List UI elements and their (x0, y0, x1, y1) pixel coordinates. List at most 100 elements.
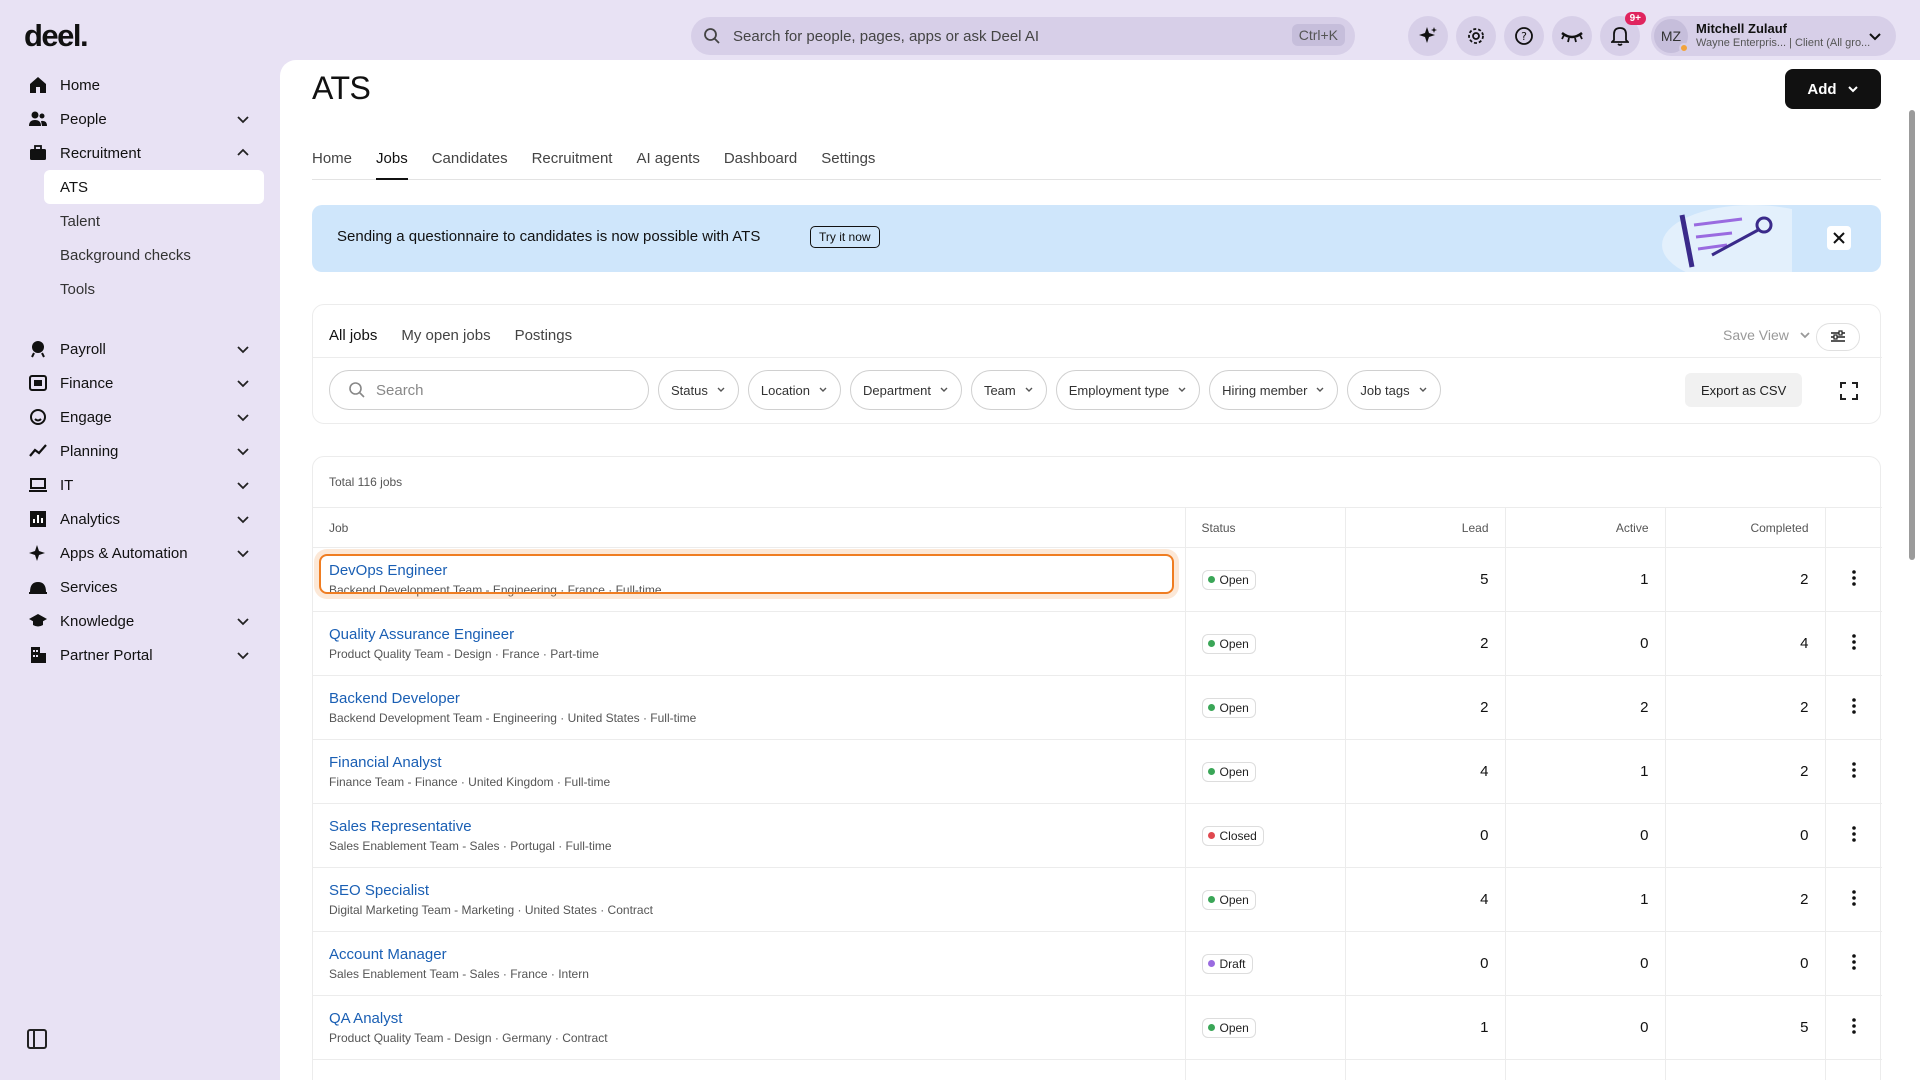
more-vertical-icon[interactable] (1845, 761, 1863, 779)
row-highlight (319, 554, 1174, 594)
fullscreen-icon[interactable] (1840, 382, 1858, 400)
sidebar-item-people[interactable]: People (0, 102, 280, 136)
completed-count: 4 (1664, 611, 1825, 676)
sidebar-item-services[interactable]: Services (0, 570, 280, 604)
table-row[interactable]: Sales Representative Sales Enablement Tea… (313, 803, 1882, 868)
job-title-link[interactable]: Quality Assurance Engineer (329, 626, 1185, 643)
status-cell: Open (1184, 547, 1345, 612)
table-row[interactable]: QA Analyst Product Quality Team - Design … (313, 995, 1882, 1060)
tab-candidates[interactable]: Candidates (432, 150, 508, 180)
sidebar-item-recruitment[interactable]: Recruitment (0, 136, 280, 170)
jobs-search-input[interactable]: Search (329, 370, 649, 410)
chevron-down-icon (1419, 387, 1427, 392)
subtab-my-open-jobs[interactable]: My open jobs (401, 327, 490, 344)
sidebar-item-analytics[interactable]: Analytics (0, 502, 280, 536)
add-button-label: Add (1807, 80, 1837, 98)
subtab-all-jobs[interactable]: All jobs (329, 327, 377, 344)
table-row[interactable]: Employee Relations Specialist (313, 1059, 1882, 1080)
table-row[interactable]: DevOps Engineer Backend Development Team … (313, 547, 1882, 612)
more-vertical-icon[interactable] (1845, 633, 1863, 651)
tab-recruitment[interactable]: Recruitment (532, 150, 613, 180)
job-meta: Finance Team - Finance · United Kingdom … (329, 775, 611, 789)
chevron-down-icon (237, 414, 249, 422)
close-icon[interactable] (1827, 226, 1851, 250)
columns-settings-button[interactable] (1816, 323, 1860, 351)
col-job[interactable]: Job (313, 507, 1185, 548)
tab-dashboard[interactable]: Dashboard (724, 150, 797, 180)
sidebar-toggle-icon[interactable] (26, 1028, 48, 1050)
notifications-bell-icon[interactable]: 9+ (1600, 12, 1646, 56)
filter-employment-type[interactable]: Employment type (1055, 370, 1201, 410)
deel-logo[interactable]: deel. (24, 18, 89, 54)
col-completed[interactable]: Completed (1664, 507, 1825, 548)
status-cell: Open (1184, 739, 1345, 804)
more-vertical-icon[interactable] (1845, 697, 1863, 715)
col-active[interactable]: Active (1504, 507, 1665, 548)
tab-ai-agents[interactable]: AI agents (636, 150, 699, 180)
user-name: Mitchell Zulauf (1696, 21, 1787, 36)
active-count: 1 (1504, 739, 1665, 804)
gear-icon[interactable] (1456, 16, 1496, 56)
sidebar-subitem-tools[interactable]: Tools (0, 272, 280, 306)
sidebar-item-it[interactable]: IT (0, 468, 280, 502)
sidebar-item-knowledge[interactable]: Knowledge (0, 604, 280, 638)
search-icon (349, 382, 365, 398)
ai-sparkle-icon[interactable] (1408, 16, 1448, 56)
job-title-link[interactable]: Sales Representative (329, 818, 1185, 835)
tab-jobs[interactable]: Jobs (376, 150, 408, 180)
job-title-link[interactable]: Account Manager (329, 946, 1185, 963)
sidebar-item-apps-automation[interactable]: Apps & Automation (0, 536, 280, 570)
filter-department[interactable]: Department (850, 370, 962, 410)
more-vertical-icon[interactable] (1845, 953, 1863, 971)
more-vertical-icon[interactable] (1845, 889, 1863, 907)
job-title-link[interactable]: Financial Analyst (329, 754, 1185, 771)
eyes-closed-icon[interactable] (1552, 16, 1592, 56)
table-row[interactable]: Financial Analyst Finance Team - Finance … (313, 739, 1882, 804)
job-title-link[interactable]: QA Analyst (329, 1010, 1185, 1027)
job-title-link[interactable]: Backend Developer (329, 690, 1185, 707)
more-vertical-icon[interactable] (1845, 569, 1863, 587)
filter-job-tags[interactable]: Job tags (1347, 370, 1441, 410)
sidebar-item-payroll[interactable]: Payroll (0, 332, 280, 366)
sidebar-subitem-talent[interactable]: Talent (0, 204, 280, 238)
job-title-link[interactable]: SEO Specialist (329, 882, 1185, 899)
sidebar-item-engage[interactable]: Engage (0, 400, 280, 434)
filter-team[interactable]: Team (970, 370, 1047, 410)
filter-status[interactable]: Status (658, 370, 739, 410)
status-badge: Open (1201, 569, 1256, 590)
col-lead[interactable]: Lead (1344, 507, 1505, 548)
save-view-button[interactable]: Save View (1723, 327, 1811, 343)
table-row[interactable]: SEO Specialist Digital Marketing Team - M… (313, 867, 1882, 932)
help-icon[interactable]: ? (1504, 16, 1544, 56)
more-vertical-icon[interactable] (1845, 1017, 1863, 1035)
table-row[interactable]: Backend Developer Backend Development Tea… (313, 675, 1882, 740)
filter-hiring-member[interactable]: Hiring member (1209, 370, 1339, 410)
table-row[interactable]: Quality Assurance Engineer Product Qualit… (313, 611, 1882, 676)
add-button[interactable]: Add (1785, 69, 1881, 109)
sidebar-item-partner-portal[interactable]: Partner Portal (0, 638, 280, 672)
status-badge: Open (1201, 1017, 1256, 1038)
job-cell: Employee Relations Specialist (313, 1059, 1185, 1080)
tab-settings[interactable]: Settings (821, 150, 875, 180)
sidebar-item-home[interactable]: Home (0, 68, 280, 102)
try-it-now-button[interactable]: Try it now (810, 226, 880, 248)
table-row[interactable]: Account Manager Sales Enablement Team - S… (313, 931, 1882, 996)
filter-label: Status (671, 382, 708, 398)
sidebar-subitem-background-checks[interactable]: Background checks (0, 238, 280, 272)
sidebar-item-planning[interactable]: Planning (0, 434, 280, 468)
job-meta: Digital Marketing Team - Marketing · Uni… (329, 903, 653, 917)
global-search[interactable]: Search for people, pages, apps or ask De… (691, 17, 1355, 55)
col-status[interactable]: Status (1184, 507, 1345, 548)
scrollbar[interactable] (1909, 110, 1915, 560)
export-csv-button[interactable]: Export as CSV (1685, 373, 1803, 407)
filter-location[interactable]: Location (747, 370, 842, 410)
home-icon (30, 77, 46, 93)
tab-home[interactable]: Home (312, 150, 352, 180)
sidebar-subitem-ats[interactable]: ATS (44, 170, 264, 204)
status-cell: Open (1184, 611, 1345, 676)
more-vertical-icon[interactable] (1845, 825, 1863, 843)
lead-count: 2 (1344, 675, 1505, 740)
sidebar-item-finance[interactable]: Finance (0, 366, 280, 400)
subtab-postings[interactable]: Postings (515, 327, 573, 344)
user-menu[interactable]: MZ Mitchell Zulauf Wayne Enterpris... | … (1651, 16, 1896, 56)
